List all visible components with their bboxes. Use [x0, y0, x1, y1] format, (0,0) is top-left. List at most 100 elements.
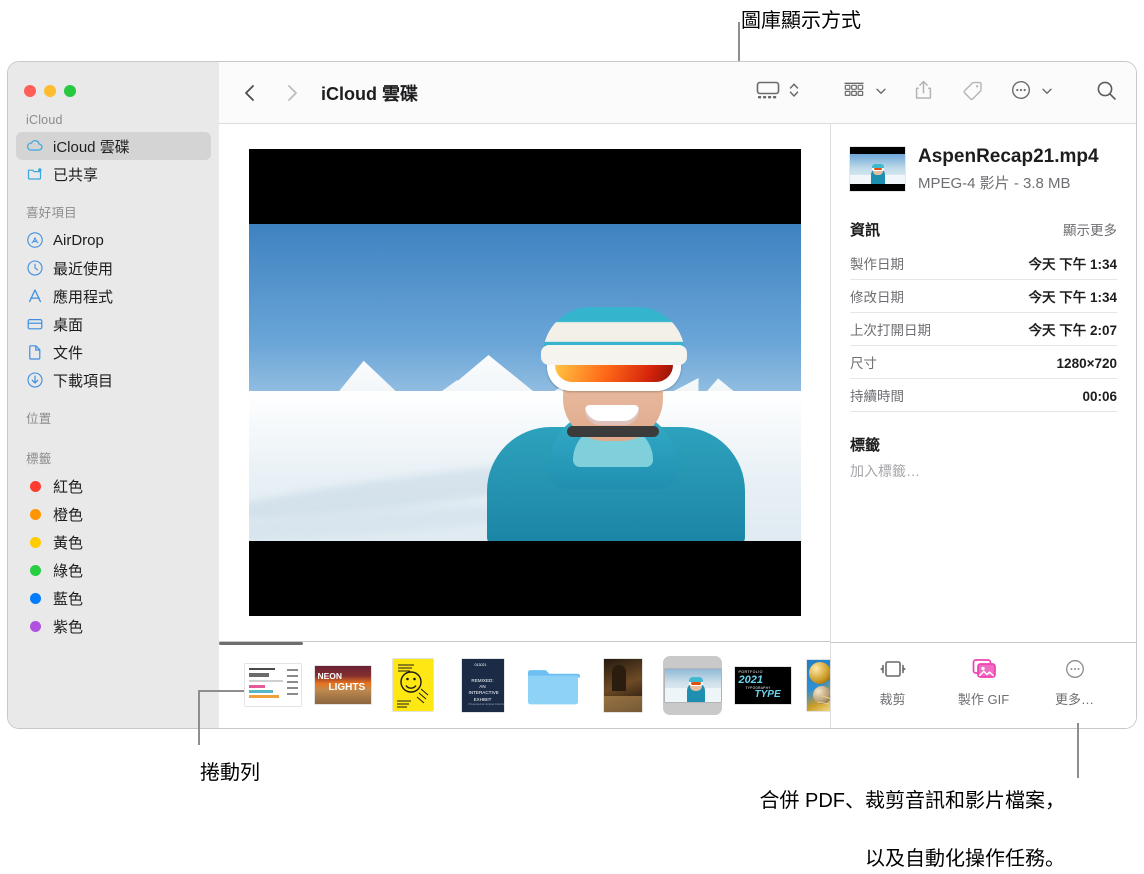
- sidebar-item-airdrop[interactable]: AirDrop: [16, 226, 211, 254]
- info-row-value: 1280×720: [1056, 355, 1117, 371]
- sidebar-item-tag-red[interactable]: 紅色: [16, 472, 211, 500]
- folder-thumbnail[interactable]: [523, 656, 582, 715]
- file-meta: MPEG-4 影片 - 3.8 MB: [918, 174, 1071, 192]
- dark-interior-photo-thumbnail[interactable]: [593, 656, 652, 715]
- sidebar-item-tag-blue[interactable]: 藍色: [16, 584, 211, 612]
- info-row-key: 製作日期: [850, 256, 904, 272]
- sidebar-item-tag-purple[interactable]: 紫色: [16, 612, 211, 640]
- sidebar-item-icloud-drive[interactable]: iCloud 雲碟: [16, 132, 211, 160]
- breadcrumb-title[interactable]: iCloud 雲碟: [321, 80, 418, 106]
- more-actions-button[interactable]: [1010, 78, 1053, 108]
- tag-dot-icon: [26, 477, 44, 495]
- quick-actions-bar: 裁剪 製作 GIF 更多…: [831, 642, 1136, 728]
- info-row-dimensions: 尺寸 1280×720: [850, 346, 1117, 379]
- thumb-text-block: REMIXED: AN INTERACTIVE EXHIBIT: [468, 677, 499, 702]
- sidebar-item-desktop[interactable]: 桌面: [16, 310, 211, 338]
- info-row-value: 今天 下午 1:34: [1028, 256, 1117, 272]
- aspen-recap-video-thumbnail[interactable]: [663, 655, 722, 715]
- info-section-header: 資訊 顯示更多: [850, 219, 1117, 240]
- sidebar-item-label: 最近使用: [53, 260, 114, 278]
- preview-column: NEON LIGHTS 013021 REMIXED: AN INTERACTI…: [219, 124, 831, 728]
- typography-portfolio-thumbnail[interactable]: PORTFOLIO 2021 TYPOGRAPHY TYPE: [733, 656, 792, 715]
- info-row-key: 修改日期: [850, 289, 904, 305]
- forward-button[interactable]: [277, 78, 307, 108]
- info-row-created: 製作日期 今天 下午 1:34: [850, 247, 1117, 280]
- add-tags-field[interactable]: 加入標籤…: [850, 461, 1117, 481]
- thumb-footer: Presented at Juniper Arts Institute: [468, 701, 504, 706]
- remixed-exhibit-poster-thumbnail[interactable]: 013021 REMIXED: AN INTERACTIVE EXHIBIT Pre…: [453, 656, 512, 715]
- share-button[interactable]: [913, 78, 934, 108]
- sidebar-item-label: 橙色: [53, 506, 84, 524]
- sidebar-item-tag-yellow[interactable]: 黃色: [16, 528, 211, 556]
- gallery-view-button[interactable]: [755, 78, 800, 108]
- sidebar-item-applications[interactable]: 應用程式: [16, 282, 211, 310]
- info-row-key: 上次打開日期: [850, 322, 931, 338]
- sidebar-item-recents[interactable]: 最近使用: [16, 254, 211, 282]
- info-row-value: 今天 下午 2:07: [1028, 322, 1117, 338]
- callout-scrollbar: 捲動列: [200, 762, 260, 784]
- callout-quick-actions-line2: 以及自動化操作任務。: [865, 848, 1065, 870]
- add-tag-button[interactable]: [960, 78, 984, 108]
- minimize-button[interactable]: [44, 85, 56, 97]
- filmstrip[interactable]: NEON LIGHTS 013021 REMIXED: AN INTERACTI…: [219, 642, 830, 728]
- sidebar-item-tag-green[interactable]: 綠色: [16, 556, 211, 584]
- info-row-duration: 持續時間 00:06: [850, 379, 1117, 412]
- zoom-button[interactable]: [64, 85, 76, 97]
- info-row-value: 00:06: [1082, 388, 1117, 404]
- show-more-link[interactable]: 顯示更多: [1063, 219, 1117, 239]
- window-controls[interactable]: [24, 85, 76, 97]
- quick-action-make-gif[interactable]: 製作 GIF: [941, 657, 1027, 708]
- sidebar-item-label: 文件: [53, 344, 84, 362]
- quick-action-trim[interactable]: 裁剪: [850, 657, 936, 708]
- sidebar-item-downloads[interactable]: 下載項目: [16, 366, 211, 394]
- thank-you-poster-thumbnail[interactable]: [383, 656, 442, 715]
- sidebar-item-label: AirDrop: [53, 231, 104, 249]
- chart-document-thumbnail[interactable]: [243, 656, 302, 715]
- file-header: AspenRecap21.mp4 MPEG-4 影片 - 3.8 MB: [850, 146, 1117, 193]
- applications-icon: [26, 287, 44, 305]
- video-frame-image: [248, 224, 801, 541]
- chevron-up-down-icon[interactable]: [788, 79, 800, 106]
- group-items-button[interactable]: [842, 78, 887, 108]
- info-section-title: 資訊: [850, 221, 881, 239]
- search-button[interactable]: [1095, 78, 1118, 108]
- back-button[interactable]: [235, 78, 265, 108]
- info-row-value: 今天 下午 1:34: [1028, 289, 1117, 305]
- tags-section-title: 標籤: [850, 436, 881, 454]
- search-icon: [1095, 79, 1118, 107]
- horizontal-scrollbar[interactable]: [219, 642, 303, 645]
- video-preview[interactable]: [248, 149, 801, 616]
- sidebar-item-label: 已共享: [53, 166, 99, 184]
- file-preview-thumbnail: [850, 147, 905, 192]
- sidebar-item-label: 應用程式: [53, 288, 114, 306]
- callout-gallery-view-leader: [738, 22, 740, 62]
- filmstrip-container: NEON LIGHTS 013021 REMIXED: AN INTERACTI…: [219, 641, 830, 728]
- sidebar-item-shared[interactable]: 已共享: [16, 160, 211, 188]
- sidebar-group-header: iCloud: [26, 113, 63, 127]
- file-name: AspenRecap21.mp4: [918, 146, 1099, 167]
- tag-dot-icon: [26, 533, 44, 551]
- tag-dot-icon: [26, 589, 44, 607]
- gallery-view-icon: [755, 79, 781, 106]
- info-row-key: 持續時間: [850, 388, 904, 404]
- chevron-down-icon[interactable]: [1041, 84, 1053, 102]
- toolbar: iCloud 雲碟: [219, 62, 1136, 124]
- sidebar-group-favourites: 喜好項目 AirDrop 最近使用 應用程式 桌面 文件 下載項目: [8, 202, 219, 394]
- chevron-down-icon[interactable]: [875, 84, 887, 102]
- close-button[interactable]: [24, 85, 36, 97]
- callout-quick-actions: 合併 PDF、裁剪音訊和影片檔案， 以及自動化操作任務。: [645, 758, 1065, 874]
- neon-lights-poster-thumbnail[interactable]: NEON LIGHTS: [313, 656, 372, 715]
- tag-dot-icon: [26, 505, 44, 523]
- quick-action-more[interactable]: 更多…: [1032, 657, 1118, 708]
- sidebar-item-documents[interactable]: 文件: [16, 338, 211, 366]
- make-gif-icon: [969, 657, 999, 681]
- quick-action-label: 更多…: [1054, 692, 1094, 707]
- sidebar-item-tag-orange[interactable]: 橙色: [16, 500, 211, 528]
- sidebar-group-header: 喜好項目: [26, 206, 77, 220]
- inspector-body: AspenRecap21.mp4 MPEG-4 影片 - 3.8 MB 資訊 顯…: [831, 124, 1136, 642]
- more-circle-icon: [1064, 657, 1086, 681]
- inspector-panel: AspenRecap21.mp4 MPEG-4 影片 - 3.8 MB 資訊 顯…: [831, 124, 1136, 728]
- gold-balloons-photo-thumbnail[interactable]: [803, 656, 830, 715]
- callout-quick-actions-line1: 合併 PDF、裁剪音訊和影片檔案，: [759, 790, 1065, 812]
- info-row-modified: 修改日期 今天 下午 1:34: [850, 280, 1117, 313]
